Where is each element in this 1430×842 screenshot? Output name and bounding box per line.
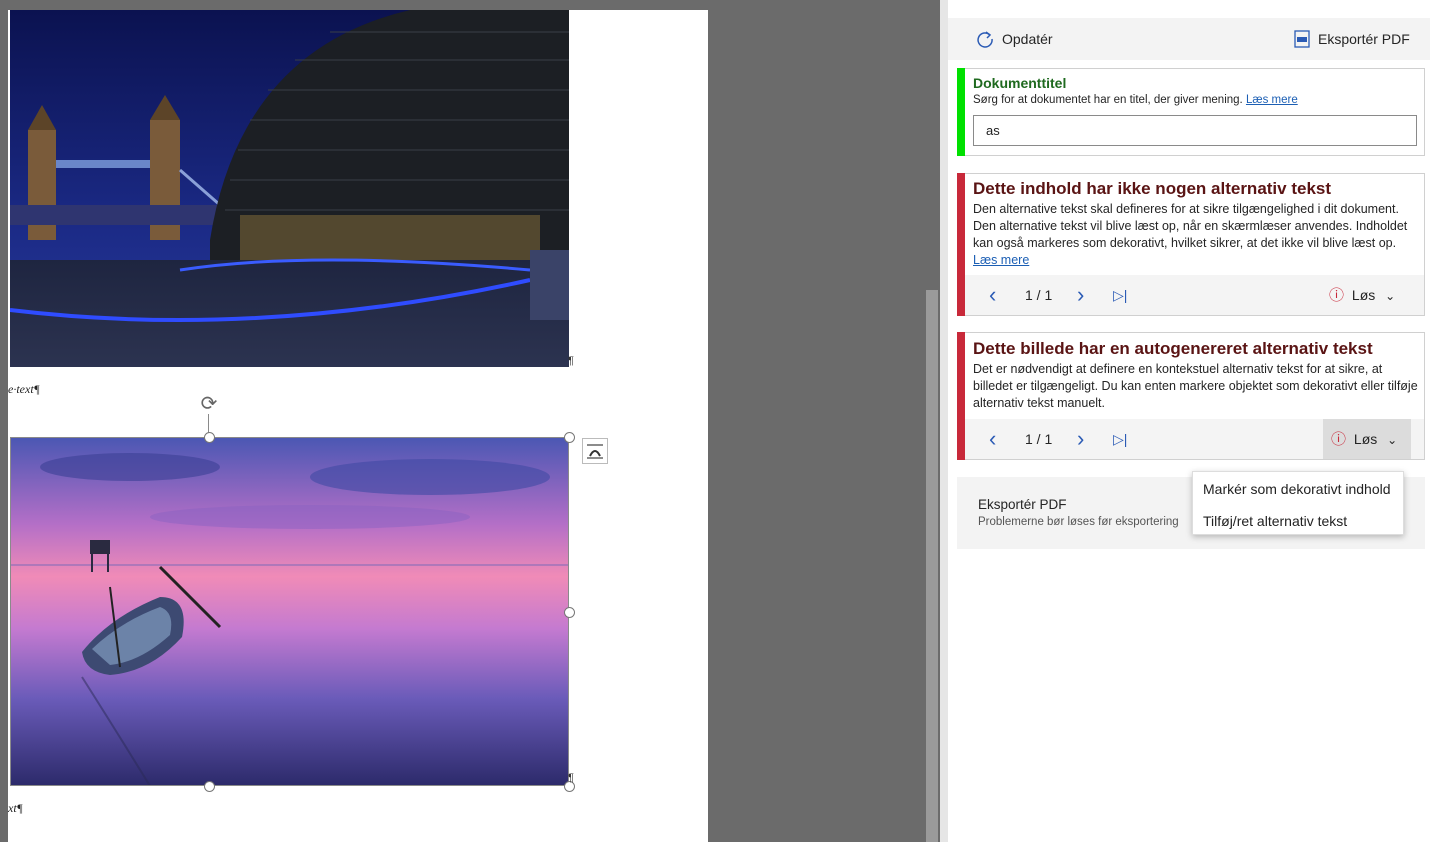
warning-circle-icon: ⓘ <box>1329 287 1345 304</box>
export-pdf-label: Eksportér PDF <box>1318 31 1410 47</box>
chevron-down-icon: ⌄ <box>1385 289 1396 303</box>
resize-handle-bottom[interactable] <box>204 781 215 792</box>
issue-body: Det er nødvendigt at definere en konteks… <box>973 362 1418 410</box>
document-area: ¶ e·text¶ ⟳ ¶ xt¶ <box>0 0 940 842</box>
refresh-icon <box>977 31 993 48</box>
issue-body: Den alternative tekst skal defineres for… <box>973 201 1423 269</box>
success-accent-bar <box>957 68 965 156</box>
add-edit-alt-text-menu-item[interactable]: Tilføj/ret alternativ tekst <box>1203 513 1347 529</box>
last-issue-icon[interactable]: ▷| <box>1113 275 1127 315</box>
resize-handle-top[interactable] <box>204 432 215 443</box>
learn-more-link[interactable]: Læs mere <box>1246 94 1298 106</box>
refresh-label: Opdatér <box>1002 31 1053 47</box>
issue-body-text: Den alternative tekst skal defineres for… <box>973 202 1408 250</box>
document-title-description-text: Sørg for at dokumentet har en titel, der… <box>973 94 1243 106</box>
export-pdf-title: Eksportér PDF <box>978 497 1067 512</box>
document-title-description: Sørg for at dokumentet har en titel, der… <box>973 94 1298 106</box>
issue-navigation: ‹ 1 / 1 › ▷| ⓘ Løs ⌄ <box>965 419 1424 459</box>
document-title-card: Dokumenttitel Sørg for at dokumentet har… <box>957 68 1425 156</box>
rotate-handle-icon[interactable]: ⟳ <box>198 393 220 415</box>
document-title-input[interactable] <box>973 115 1417 146</box>
issue-card-no-alt-text: Dette indhold har ikke nogen alternativ … <box>957 173 1425 316</box>
pane-toolbar: Opdatér Eksportér PDF <box>948 18 1430 60</box>
chevron-down-icon: ⌄ <box>1387 433 1398 447</box>
resize-handle-right[interactable] <box>564 607 575 618</box>
fix-button-active[interactable]: ⓘ Løs ⌄ <box>1323 419 1411 459</box>
last-issue-icon[interactable]: ▷| <box>1113 419 1127 459</box>
accessibility-pane: Opdatér Eksportér PDF Dokumenttitel Sørg… <box>948 18 1430 842</box>
issue-counter: 1 / 1 <box>1025 287 1053 303</box>
london-night-image[interactable] <box>10 10 569 367</box>
pilcrow-mark: ¶ <box>568 772 574 784</box>
warning-circle-icon: ⓘ <box>1331 431 1347 448</box>
image-caption-2: xt¶ <box>8 801 23 815</box>
layout-options-icon <box>587 444 603 459</box>
london-night-picture <box>10 10 569 367</box>
document-title-heading: Dokumenttitel <box>973 75 1067 91</box>
vertical-scrollbar[interactable] <box>926 290 938 842</box>
export-pdf-subtitle: Problemerne bør løses før eksportering <box>978 516 1179 528</box>
mark-decorative-menu-item[interactable]: Markér som dekorativt indhold <box>1203 481 1391 497</box>
pilcrow-mark: ¶ <box>568 355 574 367</box>
layout-options-button[interactable] <box>582 438 608 464</box>
issue-counter: 1 / 1 <box>1025 431 1053 447</box>
export-pdf-button[interactable]: Eksportér PDF <box>1294 18 1410 60</box>
pane-divider <box>940 0 948 842</box>
fix-label: Løs <box>1353 431 1378 447</box>
previous-chevron-icon[interactable]: ‹ <box>989 275 996 315</box>
fix-button[interactable]: ⓘ Løs ⌄ <box>1329 275 1409 315</box>
document-page[interactable]: ¶ e·text¶ ⟳ ¶ xt¶ <box>8 10 708 842</box>
image-caption-1: e·text¶ <box>8 382 40 396</box>
error-accent-bar <box>957 332 965 460</box>
issue-card-autogenerated-alt-text: Dette billede har en autogenereret alter… <box>957 332 1425 460</box>
resize-handle-top-right[interactable] <box>564 432 575 443</box>
issue-heading: Dette billede har en autogenereret alter… <box>973 339 1373 358</box>
sunset-boat-picture <box>10 437 569 786</box>
sunset-boat-image[interactable] <box>10 437 569 786</box>
next-chevron-icon[interactable]: › <box>1077 419 1084 459</box>
refresh-button[interactable]: Opdatér <box>976 18 1053 60</box>
issue-heading: Dette indhold har ikke nogen alternativ … <box>973 179 1332 198</box>
fix-dropdown-menu: Markér som dekorativt indhold Tilføj/ret… <box>1192 471 1404 535</box>
learn-more-link[interactable]: Læs mere <box>973 253 1029 267</box>
issue-navigation: ‹ 1 / 1 › ▷| ⓘ Løs ⌄ <box>965 275 1424 315</box>
previous-chevron-icon[interactable]: ‹ <box>989 419 996 459</box>
error-accent-bar <box>957 173 965 316</box>
next-chevron-icon[interactable]: › <box>1077 275 1084 315</box>
pdf-file-icon <box>1294 30 1310 48</box>
fix-label: Løs <box>1351 287 1376 303</box>
